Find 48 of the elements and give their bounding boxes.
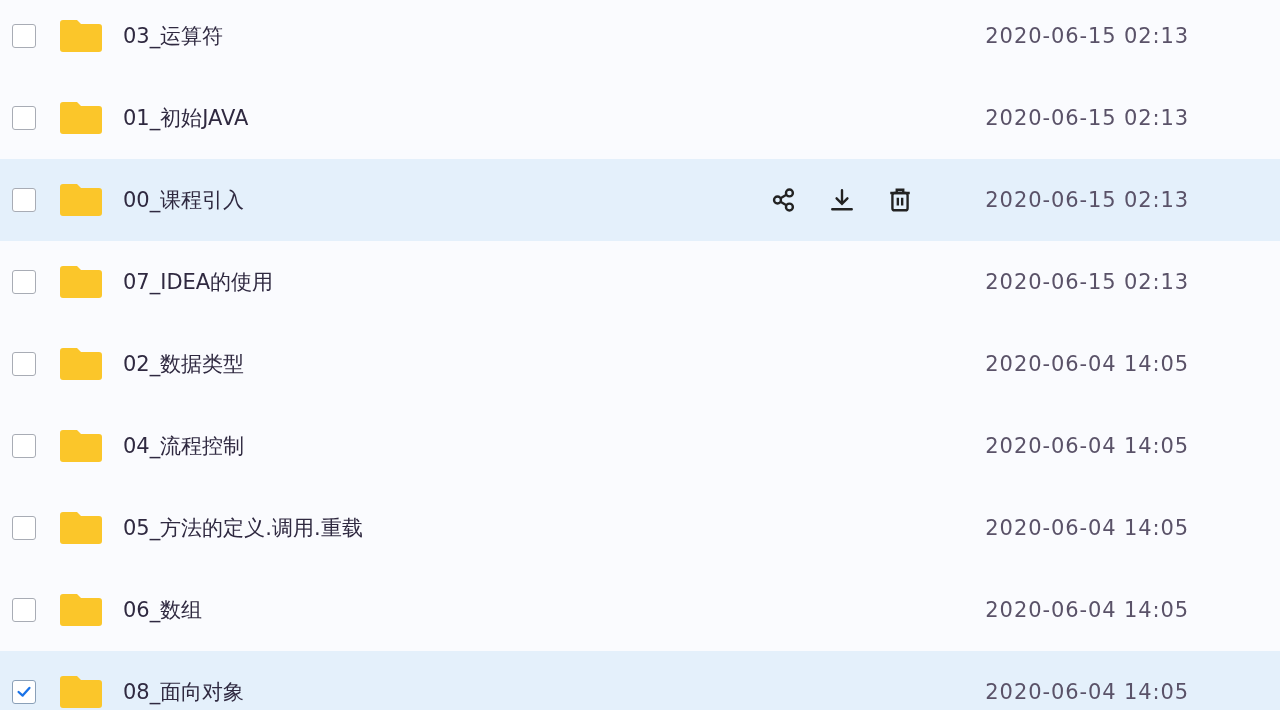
folder-name[interactable]: 04_流程控制 [123,432,949,460]
modified-date: 2020-06-15 02:13 [984,270,1189,294]
download-icon[interactable] [829,187,855,213]
file-row[interactable]: 07_IDEA的使用 2020-06-15 02:13 [0,241,1280,323]
folder-name[interactable]: 02_数据类型 [123,350,949,378]
file-row[interactable]: 01_初始JAVA 2020-06-15 02:13 [0,77,1280,159]
folder-name[interactable]: 00_课程引入 [123,186,771,214]
checkbox[interactable] [12,516,36,540]
modified-date: 2020-06-15 02:13 [984,188,1189,212]
file-row[interactable]: 00_课程引入 2020-06-15 02:13 [0,159,1280,241]
checkbox[interactable] [12,270,36,294]
folder-icon [60,676,102,708]
file-row[interactable]: 04_流程控制 2020-06-04 14:05 [0,405,1280,487]
modified-date: 2020-06-04 14:05 [984,516,1189,540]
checkbox[interactable] [12,352,36,376]
folder-name[interactable]: 06_数组 [123,596,949,624]
file-row[interactable]: 08_面向对象 2020-06-04 14:05 [0,651,1280,710]
folder-name[interactable]: 03_运算符 [123,22,949,50]
checkbox[interactable] [12,24,36,48]
file-row[interactable]: 03_运算符 2020-06-15 02:13 [0,0,1280,77]
folder-name[interactable]: 07_IDEA的使用 [123,268,949,296]
folder-name[interactable]: 01_初始JAVA [123,104,949,132]
share-icon[interactable] [771,187,797,213]
checkbox[interactable] [12,598,36,622]
modified-date: 2020-06-04 14:05 [984,434,1189,458]
checkbox[interactable] [12,434,36,458]
modified-date: 2020-06-15 02:13 [984,106,1189,130]
modified-date: 2020-06-04 14:05 [984,598,1189,622]
file-row[interactable]: 05_方法的定义.调用.重载 2020-06-04 14:05 [0,487,1280,569]
modified-date: 2020-06-04 14:05 [984,352,1189,376]
delete-icon[interactable] [887,186,913,214]
folder-icon [60,430,102,462]
file-row[interactable]: 02_数据类型 2020-06-04 14:05 [0,323,1280,405]
folder-icon [60,594,102,626]
checkbox[interactable] [12,680,36,704]
folder-name[interactable]: 08_面向对象 [123,678,949,706]
folder-icon [60,266,102,298]
file-row[interactable]: 06_数组 2020-06-04 14:05 [0,569,1280,651]
folder-icon [60,102,102,134]
modified-date: 2020-06-04 14:05 [984,680,1189,704]
folder-icon [60,348,102,380]
folder-icon [60,20,102,52]
folder-icon [60,512,102,544]
modified-date: 2020-06-15 02:13 [984,24,1189,48]
folder-name[interactable]: 05_方法的定义.调用.重载 [123,514,949,542]
checkbox[interactable] [12,106,36,130]
folder-icon [60,184,102,216]
checkbox[interactable] [12,188,36,212]
